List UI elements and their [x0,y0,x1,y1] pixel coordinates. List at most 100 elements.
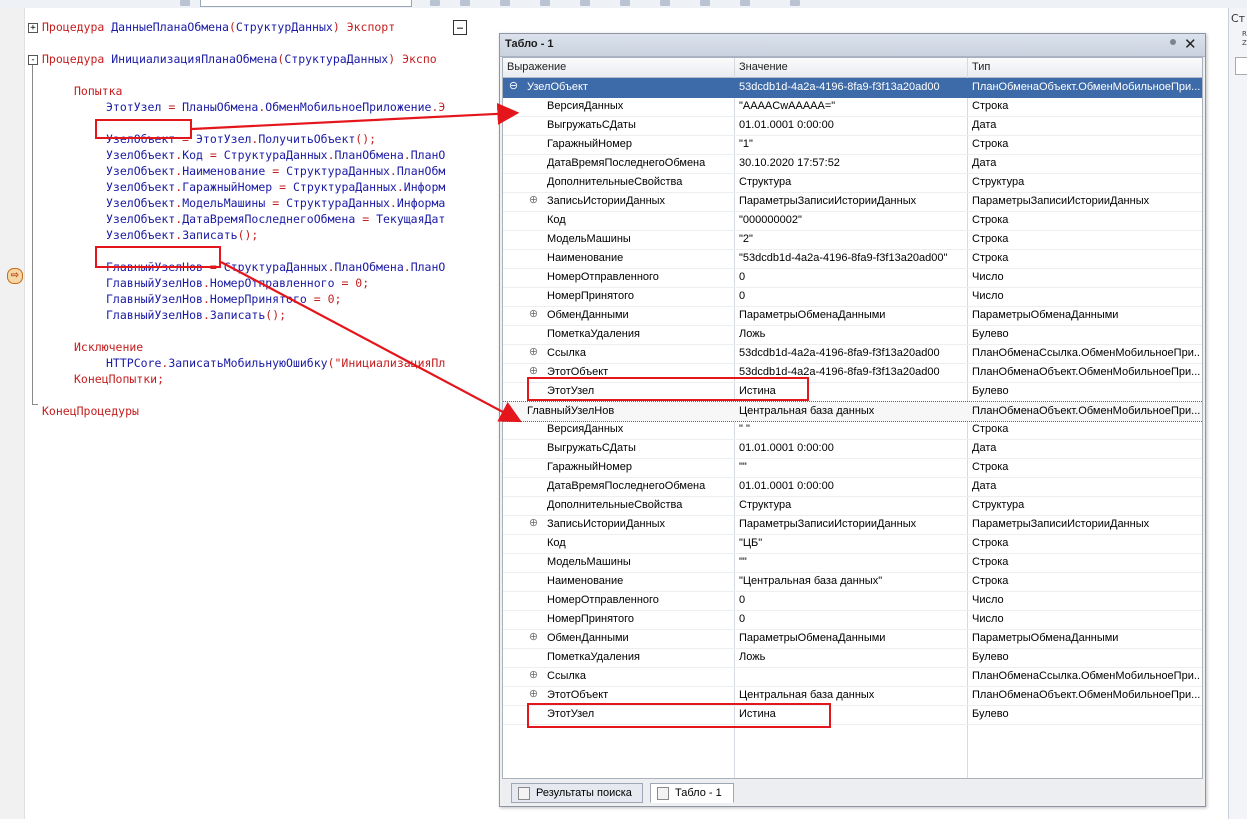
table-row[interactable]: ДополнительныеСвойства Структура Структура [503,496,1202,516]
expand-icon[interactable]: ⊕ [528,347,539,358]
tab-watch-table[interactable]: Табло - 1 [650,783,734,803]
expand-icon[interactable]: ⊕ [528,632,539,643]
cell-value: 0 [739,594,746,606]
table-row[interactable]: ГлавныйУзелНов Центральная база данных Пла… [503,401,1202,422]
table-row[interactable]: ДатаВремяПоследнегоОбмена 01.01.0001 0:00… [503,477,1202,497]
code-line[interactable]: УзелОбъект.ДатаВремяПоследнегоОбмена = Т… [106,211,445,227]
code-line[interactable]: ЭтотУзел = ПланыОбмена.ОбменМобильноеПри… [106,99,445,115]
right-panel-label: Z [1242,39,1247,47]
table-row[interactable]: ПометкаУдаления Ложь Булево [503,648,1202,668]
expand-icon[interactable]: ⊕ [528,195,539,206]
toolbar-icon[interactable] [790,0,800,6]
table-row[interactable]: ⊕ ОбменДанными ПараметрыОбменаДанными Парам… [503,306,1202,326]
toolbar-icon[interactable] [660,0,670,6]
column-header-value[interactable]: Значение [739,61,788,73]
watch-table-window[interactable]: Табло - 1 ✕ Выражение Значение Тип ⊖ Узел… [499,33,1206,807]
right-panel-label: R [1242,30,1247,38]
table-row[interactable]: ДатаВремяПоследнегоОбмена 30.10.2020 17:5… [503,154,1202,174]
code-line[interactable]: Попытка [74,83,122,99]
table-row[interactable]: Наименование "Центральная база данных" Стр… [503,572,1202,592]
table-row[interactable]: МодельМашины "" Строка [503,553,1202,573]
fold-guide [32,65,33,405]
code-line[interactable]: ГлавныйУзелНов.НомерПринятого = 0; [106,291,341,307]
toolbar-combo[interactable] [200,0,412,7]
table-row[interactable]: Наименование "53dcdb1d-4a2a-4196-8fa9-f3f… [503,249,1202,269]
table-row[interactable]: ГаражныйНомер "" Строка [503,458,1202,478]
toolbar-icon[interactable] [430,0,440,6]
code-line[interactable]: Исключение [74,339,143,355]
expand-icon[interactable]: ⊕ [528,670,539,681]
expand-icon[interactable]: ⊕ [528,689,539,700]
table-row[interactable]: Код "000000002" Строка [503,211,1202,231]
tab-label: Табло - 1 [675,787,722,799]
table-row[interactable]: НомерОтправленного 0 Число [503,591,1202,611]
table-row[interactable]: ⊕ ЗаписьИсторииДанных ПараметрыЗаписиИстор… [503,515,1202,535]
table-row[interactable]: ГаражныйНомер "1" Строка [503,135,1202,155]
table-row[interactable]: НомерПринятого 0 Число [503,287,1202,307]
table-row[interactable]: ⊕ Ссылка ПланОбменаСсылка.ОбменМобильноеПр… [503,667,1202,687]
cell-value: ПараметрыЗаписиИсторииДанных [739,195,917,207]
column-header-expression[interactable]: Выражение [507,61,566,73]
code-line[interactable]: HTTPCore.ЗаписатьМобильнуюОшибку("Инициа… [106,355,445,371]
toolbar-icon[interactable] [460,0,470,6]
toolbar-icon[interactable] [500,0,510,6]
expand-icon[interactable]: + [28,23,38,33]
table-row[interactable]: ВыгружатьСДаты 01.01.0001 0:00:00 Дата [503,116,1202,136]
editor-gutter[interactable] [0,8,25,819]
toolbar-icon[interactable] [180,0,190,6]
table-row[interactable]: ДополнительныеСвойства Структура Структура [503,173,1202,193]
toolbar-icon[interactable] [620,0,630,6]
table-row[interactable]: НомерОтправленного 0 Число [503,268,1202,288]
close-icon[interactable]: ✕ [1184,35,1197,53]
cell-value: Структура [739,499,792,511]
collapse-icon[interactable]: ⊖ [508,81,519,92]
toolbar-icon[interactable] [580,0,590,6]
cell-value: " " [739,423,750,435]
table-row[interactable]: ⊕ ОбменДанными ПараметрыОбменаДанными Парам… [503,629,1202,649]
search-results-icon [518,787,530,800]
tab-search-results[interactable]: Результаты поиска [511,783,643,803]
watch-grid[interactable]: Выражение Значение Тип ⊖ УзелОбъект 53dcdb… [502,57,1203,779]
table-row[interactable]: ⊕ ЗаписьИсторииДанных ПараметрыЗаписиИстор… [503,192,1202,212]
code-line[interactable]: УзелОбъект.Наименование = СтруктураДанны… [106,163,445,179]
code-line[interactable]: УзелОбъект.ГаражныйНомер = СтруктураДанн… [106,179,445,195]
code-line[interactable]: УзелОбъект.Записать(); [106,227,258,243]
collapsed-block-ellipsis[interactable]: … [453,20,467,35]
table-row[interactable]: МодельМашины "2" Строка [503,230,1202,250]
toolbar-icon[interactable] [740,0,750,6]
code-line[interactable]: ГлавныйУзелНов.Записать(); [106,307,286,323]
cell-type: Булево [972,328,1009,340]
code-line[interactable]: КонецПопытки; [74,371,164,387]
table-row[interactable]: Код "ЦБ" Строка [503,534,1202,554]
window-title-bar[interactable]: Табло - 1 ✕ [500,34,1205,57]
table-row[interactable]: ВыгружатьСДаты 01.01.0001 0:00:00 Дата [503,439,1202,459]
right-panel-field[interactable] [1235,57,1247,75]
cell-value: "000000002" [739,214,802,226]
table-row[interactable]: НомерПринятого 0 Число [503,610,1202,630]
expand-icon[interactable]: ⊕ [528,309,539,320]
code-line[interactable]: УзелОбъект.МодельМашины = СтруктураДанны… [106,195,445,211]
toolbar-icon[interactable] [540,0,550,6]
pin-icon[interactable] [1170,39,1176,45]
table-row[interactable]: ВерсияДанных " " Строка [503,420,1202,440]
expand-icon[interactable]: ⊕ [528,366,539,377]
code-line[interactable]: Процедура ДанныеПланаОбмена(СтруктурДанн… [42,19,395,35]
code-line[interactable]: КонецПроцедуры [42,403,139,419]
cell-expression: ОбменДанными [547,309,629,321]
table-row[interactable]: ⊖ УзелОбъект 53dcdb1d-4a2a-4196-8fa9-f3f13… [503,78,1202,98]
cell-type: ПланОбменаСсылка.ОбменМобильноеПри... [972,670,1200,682]
code-line[interactable]: Процедура ИнициализацияПланаОбмена(Струк… [42,51,437,67]
table-row[interactable]: ПометкаУдаления Ложь Булево [503,325,1202,345]
collapse-icon[interactable]: - [28,55,38,65]
table-row[interactable]: ⊕ Ссылка 53dcdb1d-4a2a-4196-8fa9-f3f13a20a… [503,344,1202,364]
table-row[interactable]: ВерсияДанных "AAAACwAAAAA=" Строка [503,97,1202,117]
code-line[interactable]: ГлавныйУзелНов.НомерОтправленного = 0; [106,275,369,291]
code-line[interactable]: УзелОбъект.Код = СтруктураДанных.ПланОбм… [106,147,445,163]
cell-expression: ОбменДанными [547,632,629,644]
column-header-type[interactable]: Тип [972,61,990,73]
cell-type: ПланОбменаСсылка.ОбменМобильноеПри... [972,347,1200,359]
cell-type: Строка [972,138,1009,150]
expand-icon[interactable]: ⊕ [528,518,539,529]
current-line-arrow-icon: ⇨ [7,268,23,284]
toolbar-icon[interactable] [700,0,710,6]
